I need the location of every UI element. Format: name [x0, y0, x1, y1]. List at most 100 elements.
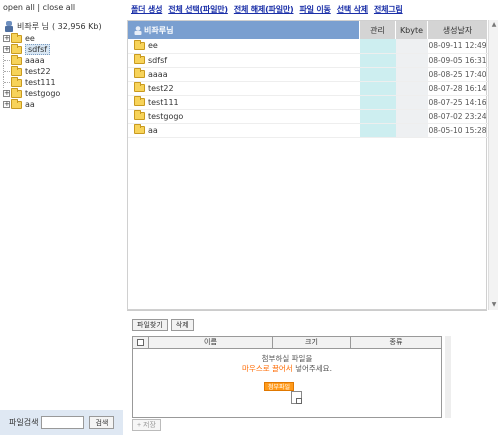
all-images-link[interactable]: 전체그림 — [374, 4, 403, 15]
tree-item-aaaa[interactable]: aaaa — [3, 54, 60, 66]
select-all-files-link[interactable]: 전체 선택(파일만) — [168, 4, 228, 15]
scroll-down-icon[interactable]: ▼ — [490, 301, 498, 309]
mgmt-cell — [359, 53, 396, 68]
file-name-cell[interactable]: aa — [128, 123, 360, 138]
folder-icon — [134, 96, 145, 106]
deselect-all-files-link[interactable]: 전체 해제(파일만) — [234, 4, 294, 15]
folder-icon — [134, 54, 145, 64]
folder-icon — [134, 39, 145, 50]
tree-branch-line — [3, 66, 10, 77]
file-table: 비좌루님 관리 Kbyte 생성날자 ee 08-09-11 12:49 sdf… — [128, 21, 488, 138]
size-cell — [395, 95, 428, 110]
user-icon — [134, 25, 142, 35]
mgmt-cell — [359, 123, 396, 138]
file-name: sdfsf — [148, 55, 168, 65]
file-name-cell[interactable]: test111 — [128, 95, 360, 110]
drop-instructions: 첨부하실 파일을 마우스로 끌어서 넣어주세요. — [133, 354, 441, 374]
file-search-panel: 파일검색 검색 — [0, 410, 123, 435]
folder-icon — [134, 82, 145, 92]
mgmt-cell — [359, 109, 396, 124]
drop-msg-line1: 첨부하실 파일을 — [261, 354, 313, 363]
move-file-link[interactable]: 파일 이동 — [299, 4, 330, 15]
scroll-up-icon[interactable]: ▲ — [490, 21, 498, 29]
file-name-cell[interactable]: aaaa — [128, 67, 360, 82]
folder-icon — [134, 124, 145, 134]
tree-item-sdfsf[interactable]: + sdfsf — [3, 43, 60, 55]
tree-item-ee[interactable]: + ee — [3, 32, 60, 44]
search-button[interactable]: 검색 — [89, 416, 115, 429]
table-row[interactable]: test22 08-07-28 16:14 — [128, 81, 488, 96]
file-name: test111 — [148, 97, 179, 107]
tree-item-aa[interactable]: + aa — [3, 98, 60, 110]
upload-panel: 파일찾기 삭제 이름 크기 종류 첨부하실 파일을 마우스로 끌어서 넣어주세요… — [127, 310, 487, 435]
tree-branch-line — [3, 77, 10, 88]
folder-icon — [11, 98, 22, 109]
upload-col-name: 이름 — [149, 337, 273, 348]
close-all-link[interactable]: close all — [43, 3, 76, 12]
expand-icon[interactable]: + — [3, 90, 10, 97]
drop-msg-highlight: 마우스로 끌어서 — [242, 364, 293, 373]
table-row[interactable]: testgogo 08-07-02 23:24 — [128, 109, 488, 124]
file-name-cell[interactable]: ee — [128, 39, 360, 54]
open-all-link[interactable]: open all — [3, 3, 35, 12]
date-cell: 08-09-05 16:31 — [427, 53, 488, 68]
file-list-pane: 비좌루님 관리 Kbyte 생성날자 ee 08-09-11 12:49 sdf… — [127, 20, 488, 310]
tree-item-label: testgogo — [25, 89, 61, 98]
file-name-cell[interactable]: test22 — [128, 81, 360, 96]
root-name: 비좌루 님 — [17, 22, 49, 31]
file-name: testgogo — [148, 111, 184, 121]
date-cell: 08-05-10 15:28 — [427, 123, 488, 138]
tree-item-label: test22 — [25, 67, 51, 76]
folder-icon — [11, 87, 22, 98]
folder-icon — [11, 65, 22, 76]
table-row[interactable]: test111 08-07-25 14:16 — [128, 95, 488, 110]
table-row[interactable]: ee 08-09-11 12:49 — [128, 39, 488, 54]
tree-root[interactable]: 비좌루 님 ( 32,956 Kb) — [4, 21, 102, 32]
upload-toolbar: 파일찾기 삭제 — [132, 319, 194, 331]
size-cell — [395, 53, 428, 68]
upload-scrollbar[interactable] — [445, 336, 451, 418]
select-all-checkbox[interactable] — [133, 337, 149, 348]
search-label: 파일검색 — [9, 418, 39, 427]
action-menu: 폴더 생성 전체 선택(파일만) 전체 해제(파일만) 파일 이동 선택 삭제 … — [131, 4, 403, 15]
attachment-badge: 첨부파일 — [264, 382, 295, 391]
save-button[interactable]: + 저장 — [132, 419, 161, 431]
tree-item-label: aa — [25, 100, 35, 109]
expand-icon[interactable]: + — [3, 46, 10, 53]
folder-icon — [11, 54, 22, 65]
size-cell — [395, 39, 428, 54]
tree-expand-controls: open all | close all — [3, 3, 75, 12]
expand-icon[interactable]: + — [3, 101, 10, 108]
table-row[interactable]: aa 08-05-10 15:28 — [128, 123, 488, 138]
delete-selected-link[interactable]: 선택 삭제 — [337, 4, 368, 15]
search-input[interactable] — [41, 416, 85, 429]
delete-file-button[interactable]: 삭제 — [170, 319, 194, 331]
upload-col-type: 종류 — [389, 338, 403, 346]
folder-sidebar: open all | close all 비좌루 님 ( 32,956 Kb) … — [0, 0, 123, 435]
column-date-header: 생성날자 — [427, 21, 488, 39]
folder-icon — [11, 76, 22, 87]
file-name: aaaa — [148, 69, 168, 79]
tree-item-test111[interactable]: test111 — [3, 76, 60, 88]
column-name-header[interactable]: 비좌루님 — [128, 21, 360, 39]
upload-table-header: 이름 크기 종류 — [133, 337, 441, 349]
file-name-cell[interactable]: sdfsf — [128, 53, 360, 68]
expand-icon[interactable]: + — [3, 35, 10, 42]
file-name: aa — [148, 125, 158, 135]
create-folder-link[interactable]: 폴더 생성 — [131, 4, 162, 15]
tree-item-label: sdfsf — [25, 44, 51, 55]
date-cell: 08-09-11 12:49 — [427, 39, 488, 54]
document-drag-icon — [291, 391, 302, 404]
find-file-button[interactable]: 파일찾기 — [132, 319, 168, 331]
tree-branch-line — [3, 55, 10, 66]
vertical-scrollbar[interactable]: ▲ ▼ — [488, 20, 498, 310]
file-name-cell[interactable]: testgogo — [128, 109, 360, 124]
upload-drop-zone[interactable]: 이름 크기 종류 첨부하실 파일을 마우스로 끌어서 넣어주세요. 첨부파일 — [132, 336, 442, 418]
tree-item-test22[interactable]: test22 — [3, 65, 60, 77]
size-cell — [395, 109, 428, 124]
folder-tree: + ee + sdfsf aaaa test22 test111 + testg… — [3, 32, 61, 110]
tree-item-testgogo[interactable]: + testgogo — [3, 87, 61, 99]
table-row[interactable]: aaaa 08-08-25 17:40 — [128, 67, 488, 82]
column-size-header: Kbyte — [395, 21, 428, 39]
table-row[interactable]: sdfsf 08-09-05 16:31 — [128, 53, 488, 68]
